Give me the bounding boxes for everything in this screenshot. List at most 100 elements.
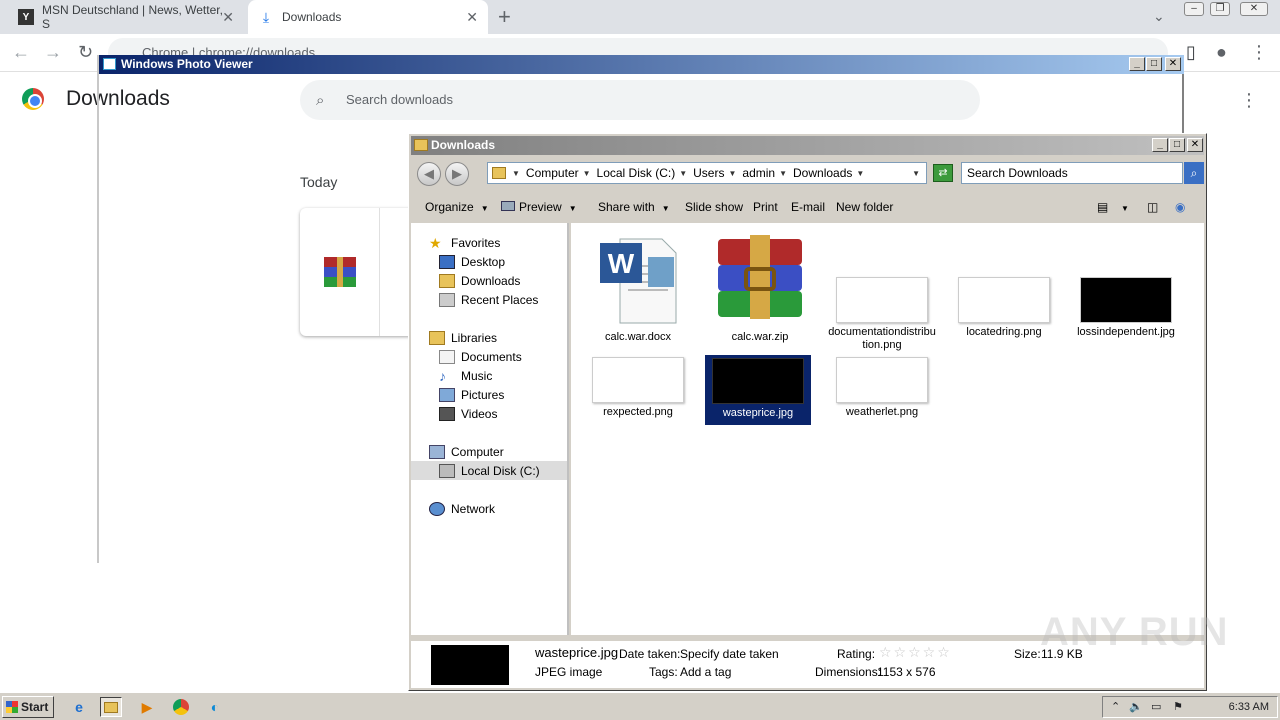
new-folder-button[interactable]: New folder xyxy=(836,200,893,214)
reload-icon[interactable]: ↻ xyxy=(78,42,93,63)
show-hidden-icons-icon[interactable]: ⌃ xyxy=(1111,700,1120,713)
media-player-icon[interactable]: ▶ xyxy=(136,697,158,717)
nav-favorites[interactable]: ★ Favorites xyxy=(429,233,500,252)
command-bar: Organize ▼ Preview ▼ Share with ▼ Slide sho… xyxy=(411,192,1204,222)
breadcrumb[interactable]: ▼ Computer ▼ Local Disk (C:) ▼ Users ▼ a… xyxy=(487,162,927,184)
explorer-taskbar-icon[interactable] xyxy=(100,697,122,717)
close-window-button[interactable]: ✕ xyxy=(1240,2,1268,16)
breadcrumb-computer[interactable]: Computer xyxy=(526,166,579,180)
taskbar: Start e ▶ ◐ ⌃ 🔈 ▭ ⚑ 6:33 AM xyxy=(0,692,1280,720)
minimize-button[interactable]: _ xyxy=(1152,138,1168,152)
details-filename: wasteprice.jpg xyxy=(535,645,619,660)
file-item[interactable]: documentationdistribution.png xyxy=(827,235,937,352)
print-button[interactable]: Print xyxy=(753,200,778,214)
nav-pictures[interactable]: Pictures xyxy=(439,385,504,404)
search-icon[interactable]: ⌕ xyxy=(1184,162,1204,184)
chevron-icon[interactable]: ▼ xyxy=(583,169,591,178)
breadcrumb-users[interactable]: Users xyxy=(693,166,724,180)
refresh-icon[interactable]: ⇄ xyxy=(933,164,953,182)
breadcrumb-admin[interactable]: admin xyxy=(742,166,775,180)
tab-downloads[interactable]: ⤓ Downloads ✕ xyxy=(248,0,488,34)
nav-music[interactable]: ♪ Music xyxy=(439,366,492,385)
minimize-button[interactable]: _ xyxy=(1129,57,1145,71)
file-item[interactable]: lossindependent.jpg xyxy=(1071,235,1181,339)
star-icon: ★ xyxy=(429,234,442,251)
videos-icon xyxy=(439,406,455,421)
preview-pane-icon[interactable]: ◫ xyxy=(1147,200,1158,214)
photo-viewer-app-icon xyxy=(103,58,116,70)
file-item[interactable]: rexpected.png xyxy=(583,357,693,419)
word-document-icon: W xyxy=(600,238,677,324)
close-icon[interactable]: ✕ xyxy=(222,9,234,26)
menu-icon[interactable]: ⋮ xyxy=(1250,42,1268,63)
nav-network[interactable]: Network xyxy=(429,499,495,518)
nav-libraries[interactable]: Libraries xyxy=(429,328,497,347)
maximize-button[interactable]: □ xyxy=(1169,138,1185,152)
nav-downloads[interactable]: Downloads xyxy=(439,271,520,290)
more-options-icon[interactable]: ⋮ xyxy=(1240,90,1258,111)
nav-videos[interactable]: Videos xyxy=(439,404,497,423)
nav-computer[interactable]: Computer xyxy=(429,442,504,461)
chevron-icon[interactable]: ▼ xyxy=(779,169,787,178)
address-dropdown-icon[interactable]: ▼ xyxy=(912,169,920,178)
chevron-down-icon[interactable]: ⌄ xyxy=(1153,8,1165,25)
nav-documents[interactable]: Documents xyxy=(439,347,522,366)
volume-icon[interactable]: 🔈 xyxy=(1129,700,1143,713)
explorer-window: Downloads _ □ ✕ ◀ ▶ ▼ Computer ▼ Local D… xyxy=(408,133,1207,691)
close-button[interactable]: ✕ xyxy=(1187,138,1203,152)
profile-icon[interactable]: ● xyxy=(1216,42,1227,63)
edge-icon[interactable]: ◐ xyxy=(204,697,226,717)
back-icon[interactable]: ← xyxy=(12,42,30,63)
share-with-button[interactable]: Share with ▼ xyxy=(598,200,670,214)
nav-recent-places[interactable]: Recent Places xyxy=(439,290,538,309)
nav-desktop[interactable]: Desktop xyxy=(439,252,505,271)
tab-msn[interactable]: Y MSN Deutschland | News, Wetter, S ✕ xyxy=(8,0,244,34)
close-icon[interactable]: ✕ xyxy=(466,9,478,26)
close-button[interactable]: ✕ xyxy=(1165,57,1181,71)
internet-explorer-icon[interactable]: e xyxy=(68,697,90,717)
slide-show-button[interactable]: Slide show xyxy=(685,200,743,214)
file-name: locatedring.png xyxy=(966,326,1042,338)
explorer-titlebar: Downloads xyxy=(411,136,1204,155)
maximize-button[interactable]: □ xyxy=(1146,57,1162,71)
change-view-icon[interactable]: ▤ xyxy=(1097,200,1108,214)
file-item[interactable]: W calc.war.docx xyxy=(583,235,693,344)
organize-button[interactable]: Organize ▼ xyxy=(425,200,489,214)
chevron-icon[interactable]: ▼ xyxy=(856,169,864,178)
nav-local-disk[interactable]: Local Disk (C:) xyxy=(411,461,567,480)
preview-button[interactable]: Preview ▼ xyxy=(501,200,577,214)
email-button[interactable]: E-mail xyxy=(791,200,825,214)
network-icon[interactable]: ▭ xyxy=(1151,700,1161,713)
file-item[interactable]: calc.war.zip xyxy=(705,235,815,344)
file-item[interactable]: weatherlet.png xyxy=(827,357,937,419)
image-thumbnail xyxy=(712,358,804,404)
back-icon[interactable]: ◀ xyxy=(417,162,441,186)
new-tab-button[interactable]: + xyxy=(498,4,511,30)
clock[interactable]: 6:33 AM xyxy=(1229,701,1269,713)
forward-icon[interactable]: ▶ xyxy=(445,162,469,186)
image-thumbnail xyxy=(592,357,684,403)
sidepanel-icon[interactable]: ▯ xyxy=(1186,42,1196,63)
rating-stars[interactable]: ☆☆☆☆☆ xyxy=(879,644,952,661)
file-name: rexpected.png xyxy=(603,406,673,418)
date-taken-field[interactable]: Specify date taken xyxy=(680,647,779,661)
chevron-icon[interactable]: ▼ xyxy=(728,169,736,178)
start-button[interactable]: Start xyxy=(2,696,54,718)
chevron-icon[interactable]: ▼ xyxy=(679,169,687,178)
search-downloads-input[interactable]: Search Downloads xyxy=(961,162,1183,184)
tags-field[interactable]: Add a tag xyxy=(680,665,731,679)
view-dropdown-icon[interactable]: ▼ xyxy=(1121,204,1129,213)
file-item[interactable]: locatedring.png xyxy=(949,235,1059,339)
system-tray: ⌃ 🔈 ▭ ⚑ 6:33 AM xyxy=(1102,696,1278,718)
breadcrumb-downloads[interactable]: Downloads xyxy=(793,166,852,180)
folder-icon xyxy=(414,139,428,151)
forward-icon[interactable]: → xyxy=(44,42,62,63)
file-item-selected[interactable]: wasteprice.jpg xyxy=(705,355,811,425)
browser-tabstrip: Y MSN Deutschland | News, Wetter, S ✕ ⤓ … xyxy=(0,0,1280,34)
help-icon[interactable]: ◉ xyxy=(1175,200,1185,214)
chrome-icon[interactable] xyxy=(170,697,192,717)
restore-button[interactable]: ❐ xyxy=(1210,2,1230,16)
breadcrumb-local-disk[interactable]: Local Disk (C:) xyxy=(597,166,676,180)
minimize-button[interactable]: – xyxy=(1184,2,1204,16)
action-center-icon[interactable]: ⚑ xyxy=(1173,700,1183,713)
